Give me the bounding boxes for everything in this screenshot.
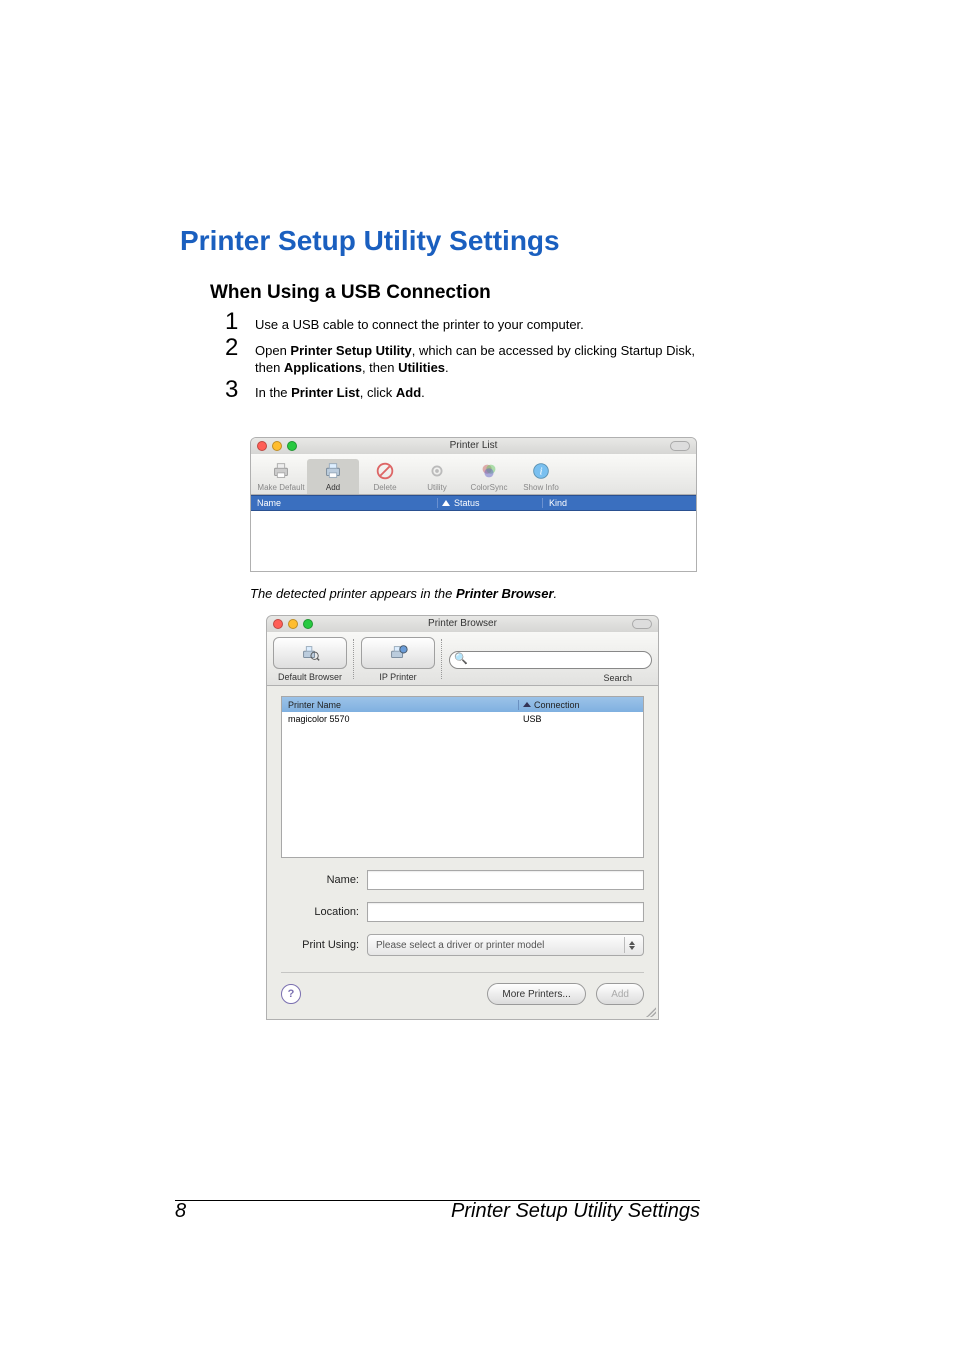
add-button[interactable]: Add [596,983,644,1005]
section-subheading: When Using a USB Connection [210,282,491,304]
delete-button[interactable]: Delete [359,459,411,494]
help-button[interactable]: ? [281,984,301,1004]
page-heading: Printer Setup Utility Settings [180,225,560,257]
step-list: 1 Use a USB cable to connect the printer… [225,310,705,404]
toolbar: Default Browser IP Printer 🔍 Search [267,632,658,686]
resize-handle-icon[interactable] [646,1007,656,1017]
toolbar-toggle-icon[interactable] [670,441,690,451]
step-1: 1 Use a USB cable to connect the printer… [225,310,705,334]
page-number: 8 [175,1200,186,1223]
list-item[interactable]: magicolor 5570 USB [282,712,643,726]
list-header: Printer Name Connection [282,697,643,712]
chevron-up-down-icon [624,937,639,953]
column-connection[interactable]: Connection [518,700,643,710]
printer-icon [255,459,307,483]
colorsync-button[interactable]: ColorSync [463,459,515,494]
window-titlebar[interactable]: Printer Browser [267,616,658,632]
step-text: In the Printer List, click Add. [255,378,705,401]
printer-icon [307,459,359,483]
add-button[interactable]: Add [307,459,359,494]
column-headers: Name Status Kind [251,495,696,511]
step-number: 3 [225,378,249,402]
print-using-label: Print Using: [281,939,359,951]
search-icon: 🔍 [454,652,468,665]
select-value: Please select a driver or printer model [376,940,544,951]
printer-list-body[interactable] [251,511,696,571]
footer-title: Printer Setup Utility Settings [451,1200,700,1223]
dialog-button-row: ? More Printers... Add [281,983,644,1007]
sort-asc-icon [442,500,450,506]
column-name[interactable]: Name [251,498,437,508]
toolbar-label: IP Printer [362,672,434,682]
gear-icon [411,459,463,483]
toolbar: Make Default Add Delete Utility [251,454,696,495]
print-using-select[interactable]: Please select a driver or printer model [367,934,644,956]
name-row: Name: [281,870,644,890]
connection-type: USB [519,714,643,724]
svg-text:i: i [539,466,542,478]
step-text: Use a USB cable to connect the printer t… [255,310,705,333]
info-icon: i [515,459,567,483]
no-entry-icon [359,459,411,483]
utility-button[interactable]: Utility [411,459,463,494]
ip-printer-button[interactable]: IP Printer [361,637,435,669]
printer-search-icon [299,642,321,664]
show-info-button[interactable]: i Show Info [515,459,567,494]
default-browser-button[interactable]: Default Browser [273,637,347,669]
toolbar-label: Default Browser [274,672,346,682]
window-title: Printer Browser [267,618,658,629]
printer-list-window: Printer List Make Default Add Delete [250,437,697,572]
column-status[interactable]: Status [437,498,542,508]
step-3: 3 In the Printer List, click Add. [225,378,705,402]
search-field-wrap: 🔍 Search [449,650,652,670]
location-row: Location: [281,902,644,922]
step-2: 2 Open Printer Setup Utility, which can … [225,336,705,376]
name-field[interactable] [367,870,644,890]
toolbar-separator [353,639,355,679]
toolbar-separator [441,639,443,679]
sort-asc-icon [523,702,531,707]
divider [281,972,644,973]
location-label: Location: [281,906,359,918]
more-printers-button[interactable]: More Printers... [487,983,585,1005]
location-field[interactable] [367,902,644,922]
printer-browser-window: Printer Browser Default Browser IP Print… [266,615,659,1020]
window-title: Printer List [251,440,696,451]
ip-printer-icon [387,642,409,664]
caption-text: The detected printer appears in the Prin… [250,586,557,601]
colorsync-icon [463,459,515,483]
column-printer-name[interactable]: Printer Name [282,700,518,710]
toolbar-toggle-icon[interactable] [632,619,652,629]
printer-name: magicolor 5570 [282,714,519,724]
step-text: Open Printer Setup Utility, which can be… [255,336,705,376]
search-input[interactable] [449,651,652,669]
column-kind[interactable]: Kind [542,498,696,508]
toolbar-label: Search [603,673,632,683]
step-number: 2 [225,336,249,360]
step-number: 1 [225,310,249,334]
name-label: Name: [281,874,359,886]
window-titlebar[interactable]: Printer List [251,438,696,454]
make-default-button[interactable]: Make Default [255,459,307,494]
printer-browser-list[interactable]: Printer Name Connection magicolor 5570 U… [281,696,644,858]
print-using-row: Print Using: Please select a driver or p… [281,934,644,956]
